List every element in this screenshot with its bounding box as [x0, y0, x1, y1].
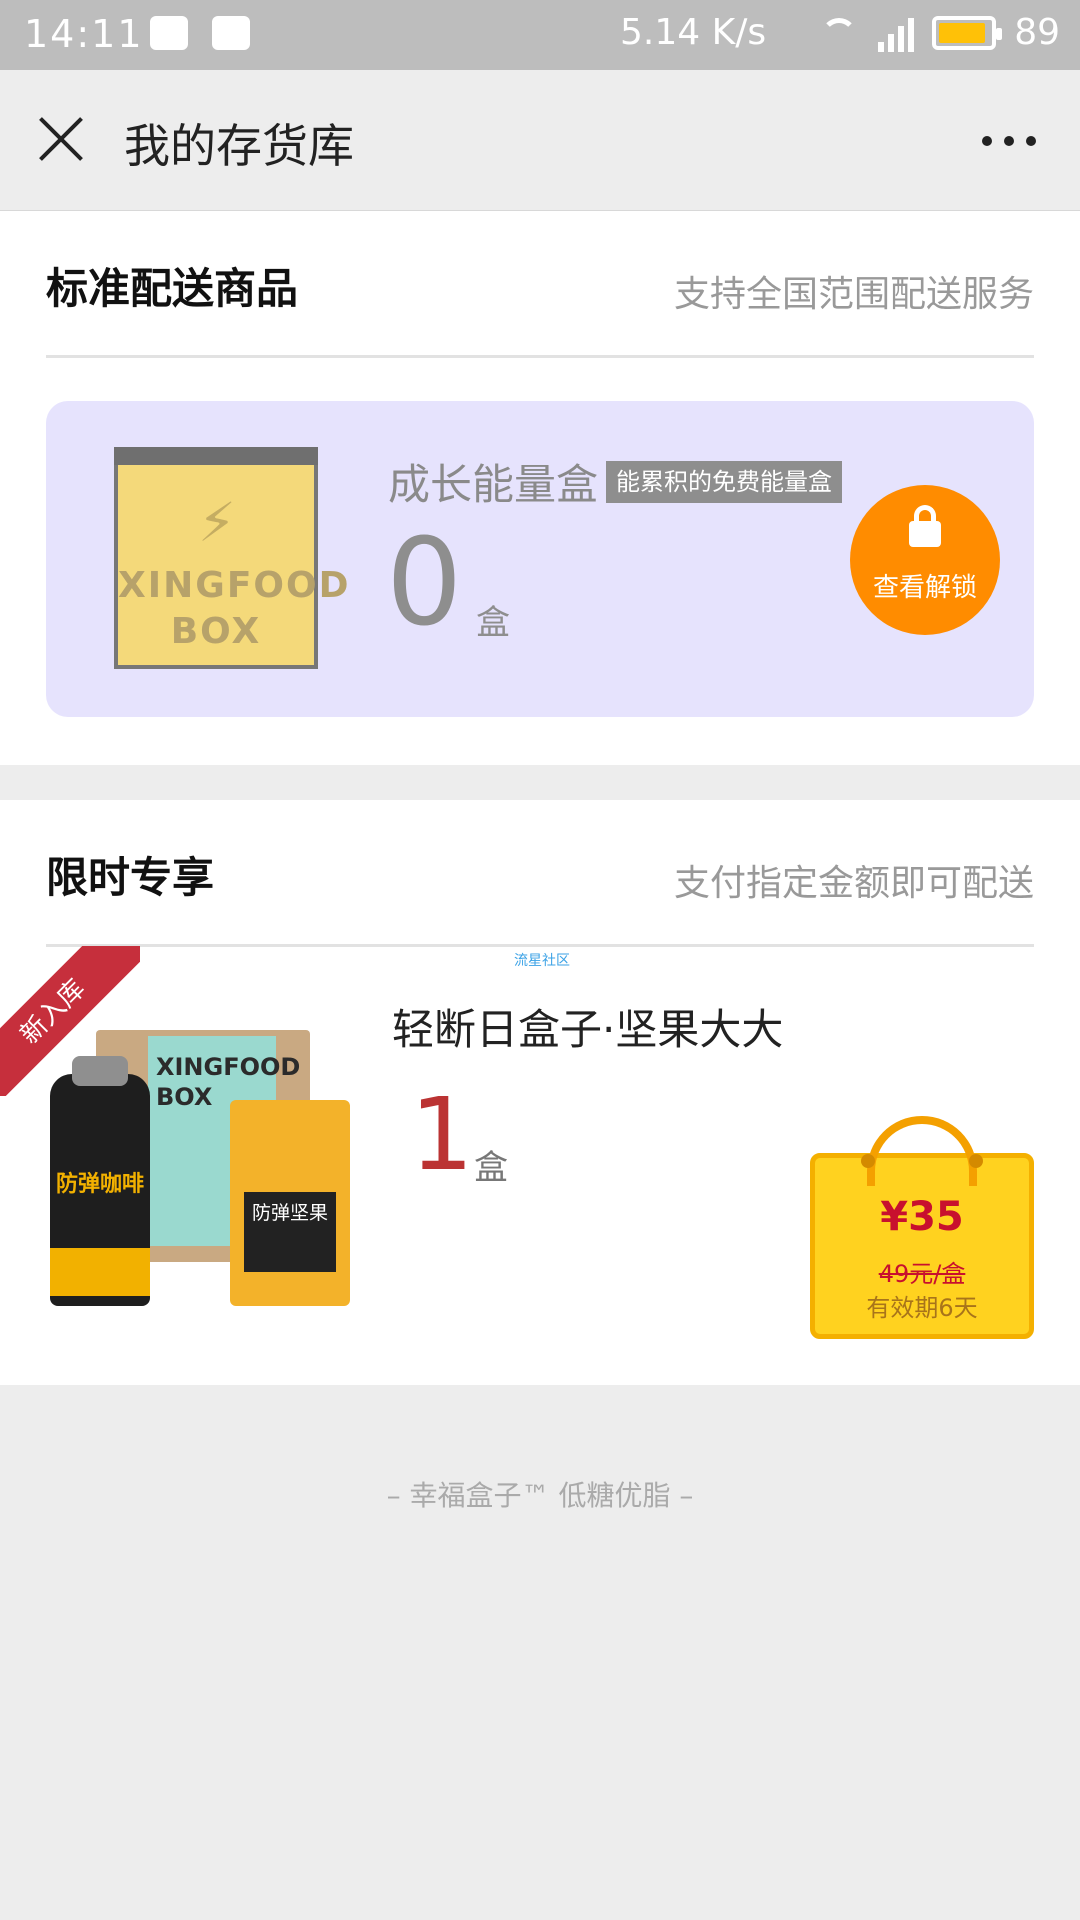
wifi-icon	[818, 16, 860, 50]
product-image[interactable]: XINGFOOD BOX 防弹咖啡 防弹坚果	[50, 1030, 360, 1320]
box-text-line2: BOX	[170, 611, 262, 652]
standard-subtitle: 支持全国范围配送服务	[673, 274, 1034, 315]
nuts-bag-image: 防弹坚果	[230, 1100, 350, 1306]
status-net-speed: 5.14 K/s	[620, 12, 767, 53]
original-price: 49元/盒	[878, 1260, 966, 1288]
bag-handle-icon	[867, 1116, 977, 1186]
limited-subtitle: 支付指定金额即可配送	[673, 863, 1034, 904]
status-notification-icons	[150, 16, 250, 50]
battery-icon	[932, 15, 1003, 50]
energy-box-unit: 盒	[476, 603, 510, 643]
battery-level: 89	[1014, 12, 1060, 53]
energy-box-count: 0	[386, 514, 463, 653]
validity-period: 有效期6天	[866, 1294, 978, 1322]
status-bar: 14:11 5.14 K/s 89	[0, 0, 1080, 70]
lightning-icon: ⚡	[198, 491, 236, 554]
standard-section: 标准配送商品 支持全国范围配送服务 ⚡ XINGFOOD BOX 成长能量盒 能累…	[0, 211, 1080, 765]
signal-icon	[878, 14, 915, 52]
status-time: 14:11	[24, 12, 144, 56]
product-name: 轻断日盒子·坚果大大	[392, 1005, 784, 1054]
close-icon[interactable]	[36, 114, 86, 164]
qq-icon	[150, 16, 188, 50]
image-icon	[212, 16, 250, 50]
energy-box-name: 成长能量盒	[388, 460, 599, 509]
footer-slogan: – 幸福盒子™ 低糖优脂 –	[386, 1479, 694, 1512]
limited-section: 限时专享 支付指定金额即可配送 流星社区 新入库 XINGFOOD BOX 防弹…	[0, 800, 1080, 1385]
energy-box-card[interactable]: ⚡ XINGFOOD BOX 成长能量盒 能累积的免费能量盒 0 盒 查看解锁	[46, 401, 1034, 717]
can-label: 防弹咖啡	[55, 1172, 144, 1197]
nav-bar: 我的存货库	[0, 70, 1080, 211]
limited-title: 限时专享	[46, 853, 215, 902]
energy-box-image: ⚡ XINGFOOD BOX	[114, 447, 349, 669]
coffee-can-image: 防弹咖啡	[50, 1056, 150, 1306]
lock-icon	[909, 505, 941, 547]
standard-title: 标准配送商品	[46, 264, 299, 313]
box-text-line1: XINGFOOD	[118, 565, 351, 606]
product-unit: 盒	[474, 1148, 508, 1188]
unlock-label: 查看解锁	[872, 573, 977, 603]
price-tag-button[interactable]: ¥35 49元/盒 有效期6天	[810, 1116, 1034, 1339]
energy-box-tag: 能累积的免费能量盒	[606, 461, 842, 503]
standard-header: 标准配送商品 支持全国范围配送服务	[46, 211, 1034, 358]
limited-header: 限时专享 支付指定金额即可配送	[46, 800, 1034, 947]
current-price: ¥35	[880, 1194, 964, 1240]
bag-label: 防弹坚果	[244, 1192, 336, 1272]
page-title: 我的存货库	[124, 119, 354, 173]
product-count: 1	[410, 1076, 474, 1193]
unlock-button[interactable]: 查看解锁	[850, 485, 1000, 635]
status-right: 89	[818, 12, 1060, 53]
watermark: 流星社区	[514, 953, 570, 969]
more-icon[interactable]	[982, 136, 1036, 146]
